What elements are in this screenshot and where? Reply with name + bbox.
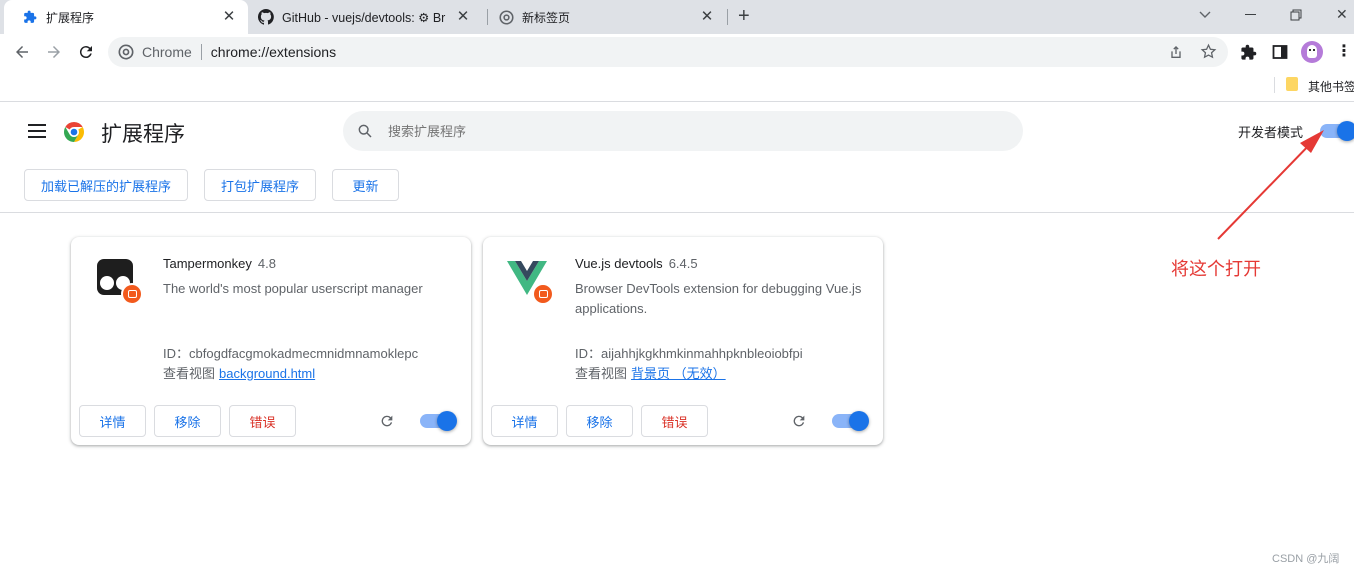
details-button[interactable]: 详情 [79,405,146,437]
enable-toggle[interactable] [832,411,869,431]
close-icon[interactable]: ✕ [698,8,716,26]
inspect-views: 查看视图 background.html [163,366,316,381]
annotation-arrow [1217,130,1324,240]
extension-version: 6.4.5 [668,256,698,271]
restore-icon[interactable] [1290,8,1302,26]
toggle-knob [849,411,869,431]
remove-button[interactable]: 移除 [154,405,221,437]
chrome-logo-icon [62,120,86,149]
search-box[interactable] [343,111,1023,151]
search-icon [357,123,373,144]
url-text: chrome://extensions [210,44,337,60]
github-icon [258,9,274,25]
toggle-knob [437,411,457,431]
extension-description: Browser DevTools extension for debugging… [575,281,862,316]
tab-extensions[interactable]: 扩展程序 ✕ [4,0,248,34]
remove-button[interactable]: 移除 [566,405,633,437]
extension-id: ID：aijahhjkgkhmkinmahhpknbleoiobfpi [575,346,803,361]
chrome-icon [118,44,134,60]
reload-extension-icon[interactable] [379,413,395,434]
devtools-badge-icon [121,283,143,305]
extension-description: The world's most popular userscript mana… [163,281,423,296]
bookmarks-bar: 其他书签 [0,70,1354,102]
omnibox-divider [200,44,202,60]
tab-new-tab[interactable]: 新标签页 ✕ [488,0,728,34]
tab-title: 新标签页 [522,10,571,25]
star-icon[interactable] [1200,43,1217,63]
devtools-badge-icon [532,283,554,305]
tab-title: GitHub - vuejs/devtools: ⚙ Br [282,10,446,25]
site-chip: Chrome [142,44,192,60]
back-icon[interactable] [10,40,34,64]
omnibox[interactable]: Chrome chrome://extensions [108,37,1228,67]
window-close-icon[interactable]: ✕ [1336,7,1348,21]
share-icon[interactable] [1168,44,1184,63]
new-tab-icon[interactable]: + [738,6,750,26]
reload-extension-icon[interactable] [791,413,807,434]
background-page-link[interactable]: background.html [219,366,315,381]
minimize-icon[interactable] [1245,14,1256,15]
pack-extension-button[interactable]: 打包扩展程序 [204,169,316,201]
puzzle-icon [22,9,38,25]
forward-icon[interactable] [42,40,66,64]
extensions-puzzle-icon[interactable] [1236,40,1260,64]
annotation-text: 将这个打开 [1171,259,1261,279]
close-icon[interactable]: ✕ [220,8,238,26]
extension-card-vue-devtools: Vue.js devtools 6.4.5 Browser DevTools ex… [483,237,883,445]
extension-id: ID：cbfogdfacgmokadmecmnidmnamoklepc [163,346,419,361]
enable-toggle[interactable] [420,411,457,431]
tab-search-icon[interactable] [1198,7,1212,26]
bookmarks-divider [1274,77,1275,93]
other-bookmarks[interactable]: 其他书签 [1308,78,1354,95]
side-panel-icon[interactable] [1268,40,1292,64]
errors-button[interactable]: 错误 [641,405,708,437]
extension-card-tampermonkey: Tampermonkey 4.8 The world's most popular… [71,237,471,445]
background-page-link[interactable]: 背景页 （无效） [631,366,726,381]
update-button[interactable]: 更新 [332,169,399,201]
inspect-views: 查看视图 背景页 （无效） [575,366,726,381]
tab-title: 扩展程序 [46,10,95,25]
header-divider [0,212,1354,213]
tab-separator [727,9,728,25]
tab-github[interactable]: GitHub - vuejs/devtools: ⚙ Br ✕ [250,0,486,34]
toolbar: Chrome chrome://extensions ⋮ [0,34,1354,70]
menu-kebab-icon[interactable]: ⋮ [1332,40,1354,64]
errors-button[interactable]: 错误 [229,405,296,437]
folder-icon [1286,77,1298,91]
close-icon[interactable]: ✕ [454,8,472,26]
chrome-icon [498,9,514,25]
page-title: 扩展程序 [101,123,185,146]
avatar[interactable] [1300,40,1324,64]
search-input[interactable] [388,120,988,142]
load-unpacked-button[interactable]: 加载已解压的扩展程序 [24,169,188,201]
extension-name: Tampermonkey 4.8 [163,256,276,271]
tab-strip: 扩展程序 ✕ GitHub - vuejs/devtools: ⚙ Br ✕ 新… [0,0,1354,34]
extension-name: Vue.js devtools 6.4.5 [575,256,698,271]
watermark: CSDN @九阔 [1272,553,1340,565]
reload-icon[interactable] [74,40,98,64]
extension-version: 4.8 [257,256,276,271]
details-button[interactable]: 详情 [491,405,558,437]
hamburger-menu-icon[interactable] [28,124,46,143]
